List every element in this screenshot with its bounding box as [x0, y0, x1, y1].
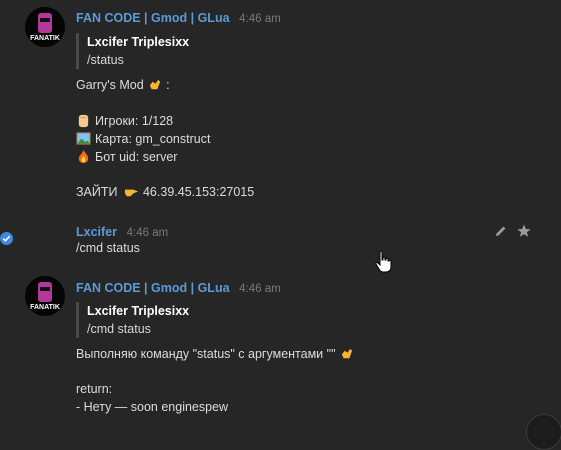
timestamp: 4:46 am [239, 283, 281, 295]
line-title-row: Garry's Mod : [76, 77, 170, 92]
author-name[interactable]: FAN CODE | Gmod | GLua [76, 11, 230, 25]
ok-hand-emoji [149, 79, 161, 90]
line-result: - Нету — soon enginespew [76, 400, 229, 414]
ok-hand-emoji [341, 348, 353, 359]
quote-block: Lxcifer Triplesixx /cmd status [76, 302, 189, 338]
verified-check-icon [0, 232, 13, 245]
line-players: Игроки: 1/128 [95, 114, 174, 128]
colon-text: : [166, 78, 170, 92]
star-icon[interactable] [516, 223, 532, 239]
line-join-row: ЗАЙТИ 46.39.45.153:27015 [76, 184, 254, 199]
quote-text: /status [87, 53, 124, 67]
quote-text: /cmd status [87, 322, 151, 336]
line-map-row: Карта: gm_construct [76, 131, 210, 146]
landscape-picture-emoji [76, 132, 91, 145]
quote-author: Lxcifer Triplesixx [87, 304, 190, 318]
line-executing: Выполняю команду "status" с аргументами … [76, 347, 336, 361]
quote-block: Lxcifer Triplesixx /status [76, 33, 189, 69]
svg-text:FANATIK: FANATIK [30, 304, 60, 311]
quote-author: Lxcifer Triplesixx [87, 35, 190, 49]
scroll-button[interactable] [526, 414, 561, 450]
join-label: ЗАЙТИ [76, 185, 118, 199]
pencil-icon[interactable] [493, 223, 509, 239]
line-map: Карта: gm_construct [95, 132, 211, 146]
line-players-row: Игроки: 1/128 [76, 113, 173, 128]
timestamp: 4:46 am [239, 13, 281, 25]
author-name[interactable]: FAN CODE | Gmod | GLua [76, 281, 230, 295]
raised-fist-emoji [78, 114, 89, 128]
bot-avatar[interactable]: FANATIK [25, 276, 65, 316]
hand-pointer-icon [374, 250, 394, 274]
pointing-right-emoji [124, 189, 139, 197]
line-title: Garry's Mod [76, 78, 144, 92]
line-bot: Бот uid: server [95, 150, 178, 164]
line-executing-row: Выполняю команду "status" с аргументами … [76, 346, 358, 361]
author-name[interactable]: Lxcifer [76, 225, 117, 239]
line-return: return: [76, 382, 113, 396]
timestamp: 4:46 am [126, 227, 169, 239]
message-text: /cmd status [76, 241, 140, 255]
svg-text:FANATIK: FANATIK [30, 35, 60, 42]
server-address[interactable]: 46.39.45.153:27015 [143, 185, 254, 199]
line-bot-row: Бот uid: server [76, 149, 177, 164]
fire-emoji [78, 149, 89, 164]
bot-avatar[interactable]: FANATIK [25, 7, 65, 47]
